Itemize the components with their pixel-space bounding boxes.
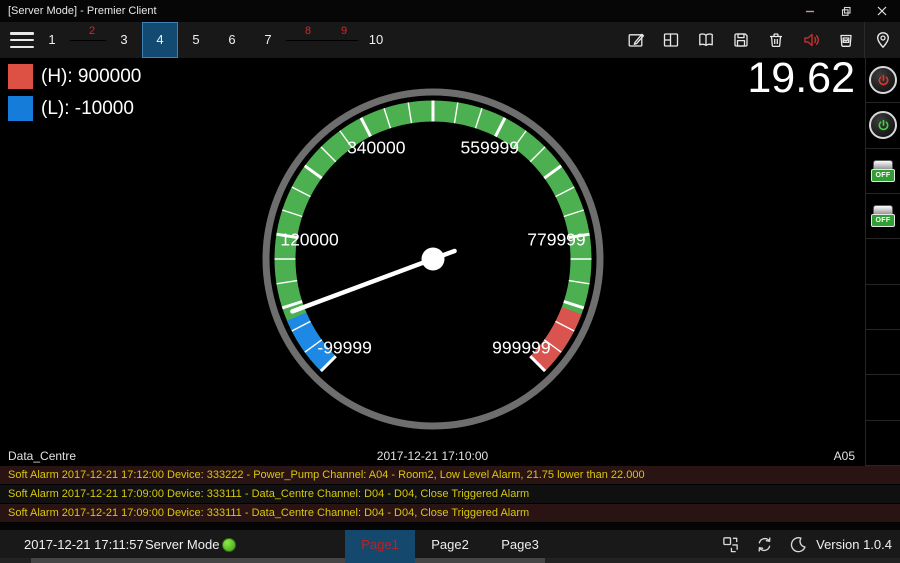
speaker-icon [801,30,821,50]
current-value-display: 19.62 [747,54,855,103]
window-controls [792,0,900,22]
alarm-row[interactable]: Soft Alarm 2017-12-21 17:09:00 Device: 3… [0,485,900,504]
toolbar-tab-3[interactable]: 3 [106,22,142,58]
statusbar-tab-page1[interactable]: Page1 [345,530,415,563]
rocker-switch-icon: OFF [871,160,895,182]
connection-status-indicator [222,538,236,552]
low-threshold-swatch [8,96,33,121]
menu-button[interactable] [10,30,34,50]
toolbar: 12345678910 [0,22,900,58]
trash-icon [766,30,786,50]
toolbar-tab-6[interactable]: 6 [214,22,250,58]
dashboard-button[interactable] [653,22,688,58]
gauge: -99999 120000 340000 559999 779999 999999 [253,79,613,439]
toolbar-tab-9[interactable]: 9 [322,22,358,41]
book-button[interactable] [688,22,723,58]
minimize-button[interactable] [792,0,828,22]
title-bar: [Server Mode] - Premier Client [0,0,900,22]
alarm-list: Soft Alarm 2017-12-21 17:12:00 Device: 3… [0,466,900,530]
edit-icon [626,30,646,50]
toolbar-icons [618,22,863,58]
svg-text:-99999: -99999 [317,337,372,357]
high-threshold-row: (H): 900000 [8,64,141,89]
svg-text:340000: 340000 [347,138,406,158]
page-tab-bar: 12345678910 [34,22,394,58]
svg-text:120000: 120000 [280,229,339,249]
content-area: (H): 900000 (L): -10000 19.62 -999991200… [0,58,900,466]
moon-icon [789,535,808,554]
toolbar-tab-2[interactable]: 2 [70,22,106,41]
control-sidebar: OFF OFF [865,58,900,466]
edit-button[interactable] [618,22,653,58]
book-icon [696,30,716,50]
low-threshold-row: (L): -10000 [8,96,141,121]
close-icon [877,6,887,16]
night-mode-button[interactable] [789,535,808,554]
power-icon [869,66,897,94]
power-button-green[interactable] [866,103,900,148]
app-window: [Server Mode] - Premier Client 123456789… [0,0,900,563]
location-pin-icon [873,30,893,50]
delete-button[interactable] [758,22,793,58]
toolbar-tab-4[interactable]: 4 [142,22,178,58]
window-title: [Server Mode] - Premier Client [8,5,157,17]
sidebar-empty-cell [866,375,900,420]
toolbar-tab-8[interactable]: 8 [286,22,322,41]
close-button[interactable] [864,0,900,22]
restore-button[interactable] [828,0,864,22]
save-button[interactable] [723,22,758,58]
status-clock: 2017-12-21 17:11:57 [24,530,144,559]
page-switcher: Page1Page2Page3 [345,530,555,563]
location-button[interactable] [865,22,900,58]
layout-swap-button[interactable] [721,535,740,554]
sidebar-empty-cell [866,421,900,466]
power-button-red[interactable] [866,58,900,103]
statusbar-tab-page3[interactable]: Page3 [485,530,555,563]
snapshot-button[interactable] [828,22,863,58]
channel-id: A05 [834,449,855,463]
high-threshold-label: (H): 900000 [41,66,141,88]
low-threshold-label: (L): -10000 [41,98,134,120]
svg-text:999999: 999999 [492,337,550,357]
svg-text:559999: 559999 [461,138,519,158]
toolbar-tab-5[interactable]: 5 [178,22,214,58]
toggle-switch-2[interactable]: OFF [866,194,900,239]
dashboard-icon [661,30,681,50]
sidebar-empty-cell [866,239,900,284]
toolbar-tab-10[interactable]: 10 [358,22,394,58]
toolbar-tab-1[interactable]: 1 [34,22,70,58]
toolbar-tab-7[interactable]: 7 [250,22,286,58]
alarm-row[interactable]: Soft Alarm 2017-12-21 17:12:00 Device: 3… [0,466,900,485]
status-bar: 2017-12-21 17:11:57 Server Mode Page1Pag… [0,530,900,563]
gauge-info-row: Data_Centre 2017-12-21 17:10:00 A05 [0,449,865,466]
save-icon [731,30,751,50]
version-label: Version 1.0.4 [816,530,892,559]
status-bar-icons [721,530,808,559]
svg-text:779999: 779999 [527,229,585,249]
toggle-switch-1[interactable]: OFF [866,149,900,194]
snapshot-bin-icon [836,30,856,50]
sync-icon [755,535,774,554]
statusbar-tab-page2[interactable]: Page2 [415,530,485,563]
sidebar-empty-cell [866,330,900,375]
power-icon [869,111,897,139]
restore-icon [841,6,852,17]
alarm-row[interactable]: Soft Alarm 2017-12-21 17:09:00 Device: 3… [0,504,900,523]
mode-label: Server Mode [145,530,219,559]
threshold-legend: (H): 900000 (L): -10000 [8,64,141,128]
high-threshold-swatch [8,64,33,89]
layout-swap-icon [721,535,740,554]
gauge-panel: (H): 900000 (L): -10000 19.62 -999991200… [0,58,865,466]
sound-button[interactable] [793,22,828,58]
sidebar-empty-cell [866,285,900,330]
rocker-switch-icon: OFF [871,205,895,227]
reading-timestamp: 2017-12-21 17:10:00 [0,449,865,463]
minimize-icon [805,6,815,16]
sync-button[interactable] [755,535,774,554]
